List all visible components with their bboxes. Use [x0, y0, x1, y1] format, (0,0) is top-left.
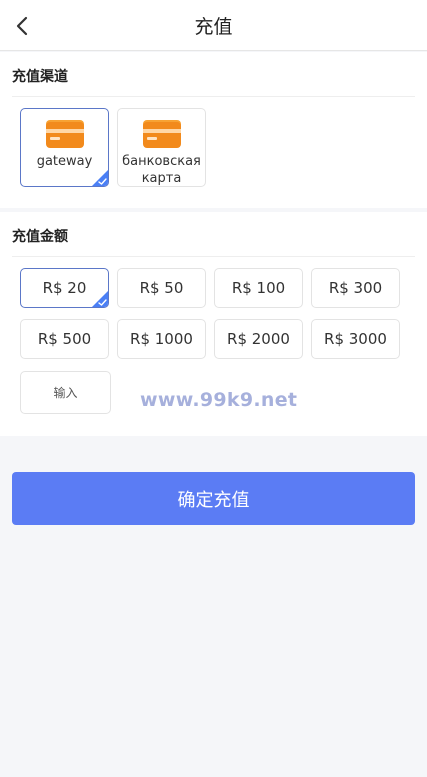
page-title: 充值 — [194, 16, 233, 38]
check-icon — [92, 291, 108, 307]
amount-option[interactable]: R$ 300 — [311, 268, 400, 308]
amount-label: R$ 20 — [42, 279, 87, 297]
credit-card-icon — [46, 120, 84, 148]
amount-label: R$ 1000 — [130, 330, 193, 348]
amount-label: R$ 3000 — [324, 330, 387, 348]
channel-option-bank-card[interactable]: банковская карта — [117, 108, 206, 187]
channel-section-title: 充值渠道 — [12, 69, 68, 85]
amount-option[interactable]: R$ 3000 — [311, 319, 400, 359]
amount-option[interactable]: R$ 50 — [117, 268, 206, 308]
amount-option[interactable]: R$ 2000 — [214, 319, 303, 359]
custom-amount-input[interactable] — [20, 371, 111, 414]
amount-option[interactable]: R$ 1000 — [117, 319, 206, 359]
amount-label: R$ 50 — [139, 279, 184, 297]
divider — [12, 256, 415, 257]
confirm-recharge-button[interactable]: 确定充值 — [12, 472, 415, 525]
amount-option[interactable]: R$ 100 — [214, 268, 303, 308]
amount-label: R$ 2000 — [227, 330, 290, 348]
amount-option[interactable]: R$ 20 — [20, 268, 109, 308]
watermark-text: www.99k9.net — [140, 389, 298, 411]
check-icon — [92, 170, 108, 186]
channel-label: gateway — [36, 154, 93, 169]
divider — [12, 96, 415, 97]
channel-section: 充值渠道 gateway банковская карта — [0, 52, 427, 208]
amount-section-title: 充值金额 — [12, 229, 68, 245]
amount-label: R$ 500 — [37, 330, 92, 348]
header-bar: 充值 — [0, 0, 427, 51]
channel-option-gateway[interactable]: gateway — [20, 108, 109, 187]
credit-card-icon — [143, 120, 181, 148]
channel-label: банковская карта — [122, 154, 201, 186]
amount-label: R$ 300 — [328, 279, 383, 297]
amount-option[interactable]: R$ 500 — [20, 319, 109, 359]
amount-label: R$ 100 — [231, 279, 286, 297]
